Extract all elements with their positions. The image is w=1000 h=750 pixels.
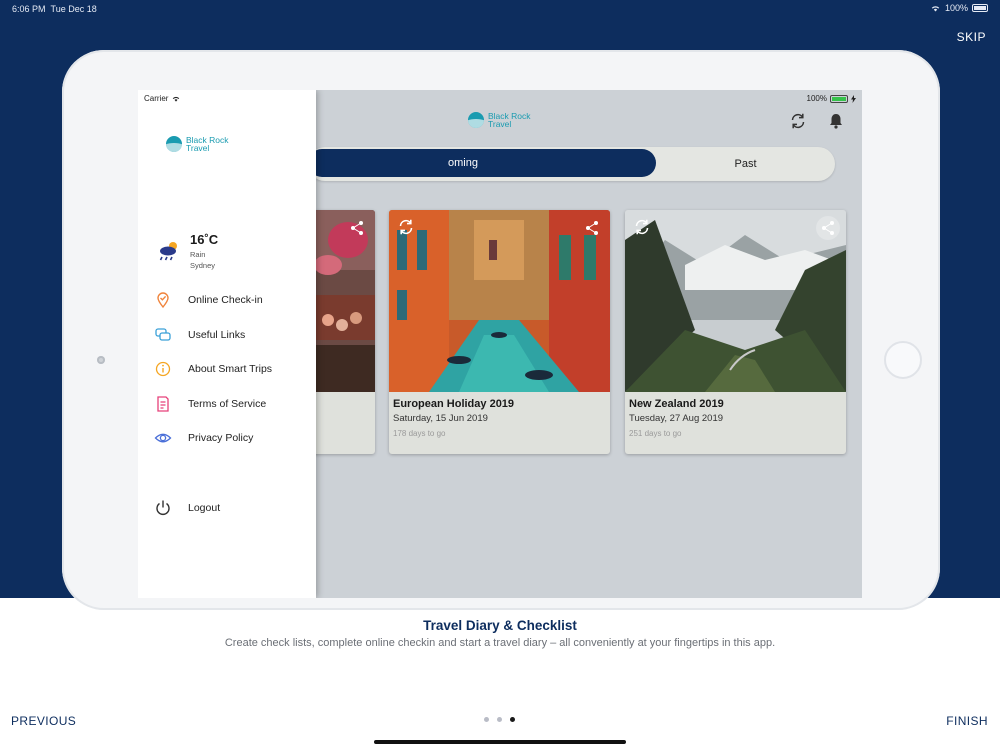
document-icon xyxy=(157,396,169,412)
app-screenshot: 100% Black Rock Travel oming Past Europe… xyxy=(138,90,862,598)
header-logo: Black Rock Travel xyxy=(468,112,531,128)
page-dot[interactable] xyxy=(497,717,502,722)
status-right: 100% xyxy=(930,3,988,13)
home-indicator xyxy=(374,740,626,744)
venice-photo xyxy=(389,210,610,392)
finish-button[interactable]: FINISH xyxy=(946,714,988,728)
onboarding-title: Travel Diary & Checklist xyxy=(423,618,577,633)
bell-icon[interactable] xyxy=(827,112,845,130)
menu-item-label: About Smart Trips xyxy=(188,363,273,375)
brand-line-2: Travel xyxy=(186,143,210,153)
trip-card[interactable]: New Zealand 2019 Tuesday, 27 Aug 2019 25… xyxy=(625,210,846,454)
menu-item-label: Useful Links xyxy=(188,329,246,341)
onboarding-description: Create check lists, complete online chec… xyxy=(224,637,776,649)
drawer-carrier: Carrier xyxy=(144,94,181,103)
tab-upcoming[interactable]: oming xyxy=(308,149,656,177)
menu-item-label: Online Check-in xyxy=(188,294,263,306)
trip-card-hidden[interactable] xyxy=(308,210,375,454)
status-time: 6:06 PM Tue Dec 18 xyxy=(12,4,97,14)
battery-percent: 100% xyxy=(944,3,968,13)
trips-segmented-control: oming Past xyxy=(308,147,835,181)
brand-logo-icon xyxy=(468,112,484,128)
trip-countdown: 251 days to go xyxy=(629,429,682,438)
market-photo xyxy=(308,210,375,392)
card-sync-icon[interactable] xyxy=(397,218,415,236)
menu-item-about-smart-trips[interactable]: About Smart Trips xyxy=(154,359,304,379)
rain-weather-icon xyxy=(159,242,177,261)
menu-item-useful-links[interactable]: Useful Links xyxy=(154,325,304,345)
carrier-label: Carrier xyxy=(144,94,169,103)
charging-icon xyxy=(851,94,856,103)
menu-item-terms-of-service[interactable]: Terms of Service xyxy=(154,394,304,414)
screen-battery-icon xyxy=(830,94,848,103)
trip-date: Saturday, 15 Jun 2019 xyxy=(393,413,488,424)
brand-logo-icon xyxy=(166,136,182,152)
logout-button[interactable]: Logout xyxy=(154,498,304,518)
battery-icon xyxy=(972,4,988,12)
brand-line-2: Travel xyxy=(488,119,512,129)
screen-battery-percent: 100% xyxy=(806,94,827,103)
tab-past[interactable]: Past xyxy=(656,147,835,181)
screen-status-bar: 100% xyxy=(807,94,856,103)
device-home-button xyxy=(884,341,922,379)
wifi-icon xyxy=(173,96,180,102)
side-menu-drawer: Carrier Black Rock Travel 16˚C Rain Sydn… xyxy=(138,90,316,598)
menu-item-label: Terms of Service xyxy=(188,398,267,410)
info-icon xyxy=(155,361,171,377)
card-sync-icon[interactable] xyxy=(633,218,651,236)
eye-icon xyxy=(154,433,172,443)
location-check-icon xyxy=(157,292,169,309)
weather-condition: Rain xyxy=(190,250,206,259)
device-camera xyxy=(97,356,105,364)
page-dot[interactable] xyxy=(484,717,489,722)
wifi-icon xyxy=(931,6,940,12)
brand-logo-text: Black Rock Travel xyxy=(488,112,531,129)
trip-title: New Zealand 2019 xyxy=(629,398,724,410)
new-zealand-photo xyxy=(625,210,846,392)
menu-item-online-check-in[interactable]: Online Check-in xyxy=(154,290,304,310)
weather-temperature: 16˚C xyxy=(190,232,219,247)
share-icon[interactable] xyxy=(580,216,604,240)
trip-card[interactable]: European Holiday 2019 Saturday, 15 Jun 2… xyxy=(389,210,610,454)
chat-bubbles-icon xyxy=(155,328,171,341)
menu-item-privacy-policy[interactable]: Privacy Policy xyxy=(154,428,304,448)
drawer-logo: Black Rock Travel xyxy=(166,136,229,152)
power-icon xyxy=(156,500,170,515)
menu-item-label: Privacy Policy xyxy=(188,432,254,444)
trip-countdown: 178 days to go xyxy=(393,429,446,438)
previous-button[interactable]: PREVIOUS xyxy=(11,714,76,728)
trip-date: Tuesday, 27 Aug 2019 xyxy=(629,413,724,424)
trip-title: European Holiday 2019 xyxy=(393,398,515,410)
page-indicator[interactable] xyxy=(484,717,515,722)
skip-button[interactable]: SKIP xyxy=(957,30,986,44)
system-status-bar: 6:06 PM Tue Dec 18 100% xyxy=(0,0,1000,18)
brand-logo-text: Black Rock Travel xyxy=(186,136,229,153)
menu-item-label: Logout xyxy=(188,502,221,514)
share-icon[interactable] xyxy=(816,216,840,240)
share-icon[interactable] xyxy=(345,216,369,240)
page-dot-active[interactable] xyxy=(510,717,515,722)
sync-icon[interactable] xyxy=(789,112,807,130)
weather-city: Sydney xyxy=(190,261,216,270)
